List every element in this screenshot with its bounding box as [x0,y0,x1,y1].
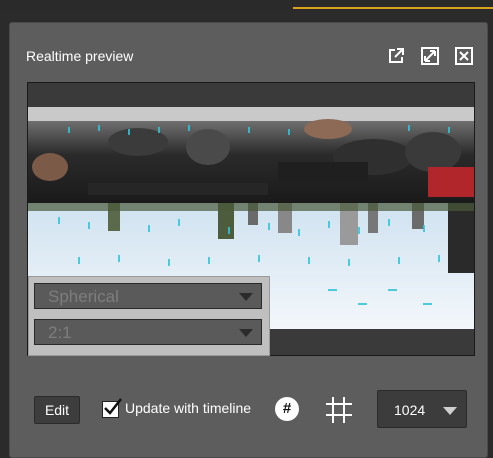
grid-icon[interactable] [324,395,354,430]
window-controls [387,47,473,65]
realtime-preview-panel: Realtime preview Spherical 2:1 Edit Upda… [9,22,488,458]
hash-button[interactable]: # [275,397,299,421]
external-link-icon[interactable] [387,47,405,65]
chevron-down-icon [239,293,253,301]
preview-viewport[interactable]: Spherical 2:1 [27,82,475,356]
aspect-ratio-dropdown[interactable]: 2:1 [34,319,262,345]
accent-line [293,7,493,9]
top-bar [0,0,493,10]
projection-dropdown[interactable]: Spherical [34,283,262,309]
checkmark-icon [104,398,122,415]
close-icon[interactable] [455,47,473,65]
update-with-timeline-label: Update with timeline [125,400,252,416]
edit-button[interactable]: Edit [34,396,80,424]
aspect-ratio-value: 2:1 [48,323,72,342]
resolution-value: 1024 [394,402,426,418]
projection-value: Spherical [48,287,119,306]
expand-icon[interactable] [421,47,439,65]
projection-settings-group: Spherical 2:1 [28,276,270,356]
chevron-down-icon [443,407,457,415]
update-with-timeline-checkbox[interactable] [102,398,122,418]
panel-title: Realtime preview [26,48,134,64]
chevron-down-icon [239,329,253,337]
resolution-dropdown[interactable]: 1024 [377,390,467,428]
